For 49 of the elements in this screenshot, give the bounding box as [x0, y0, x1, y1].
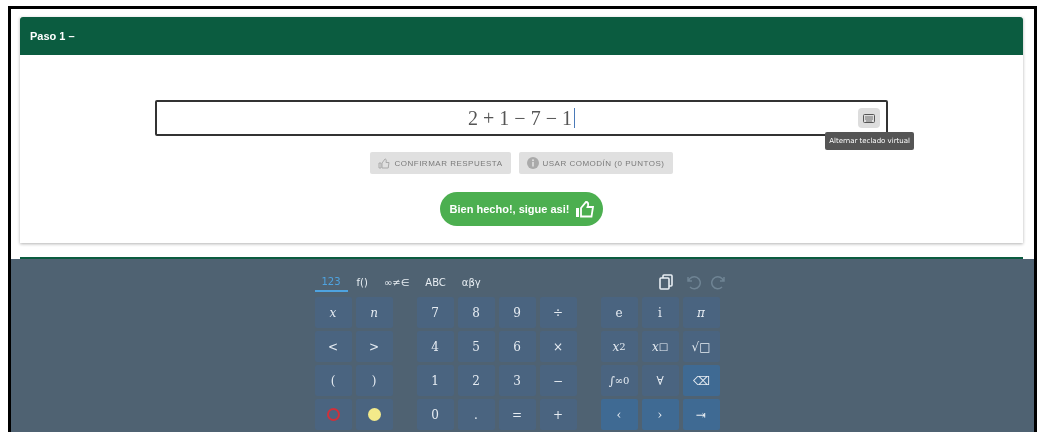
keyboard-key[interactable]: 3	[498, 365, 536, 396]
keyboard-key[interactable]: >	[355, 331, 393, 362]
keyboard-key[interactable]: ×	[539, 331, 577, 362]
keyboard-key[interactable]: +	[539, 399, 577, 430]
keyboard-tab[interactable]: ABC	[418, 272, 453, 292]
keyboard-key[interactable]: 7	[416, 297, 454, 328]
keyboard-key[interactable]: 1	[416, 365, 454, 396]
keyboard-key[interactable]: x	[314, 297, 352, 328]
keyboard-key[interactable]: <	[314, 331, 352, 362]
copy-button[interactable]	[658, 274, 675, 290]
keyboard-key[interactable]: π	[682, 297, 720, 328]
keyboard-key[interactable]: ÷	[539, 297, 577, 328]
keyboard-key[interactable]: √□	[682, 331, 720, 362]
keyboard-key[interactable]: 6	[498, 331, 536, 362]
keyboard-key[interactable]: 5	[457, 331, 495, 362]
color-key[interactable]	[314, 399, 352, 430]
keyboard-key[interactable]: n	[355, 297, 393, 328]
undo-icon	[684, 274, 701, 290]
keyboard-key[interactable]: 9	[498, 297, 536, 328]
step-title: Paso 1 –	[30, 30, 75, 42]
keyboard-key[interactable]: e	[600, 297, 638, 328]
keyboard-key[interactable]: 4	[416, 331, 454, 362]
keyboard-key[interactable]: i	[641, 297, 679, 328]
keyboard-key[interactable]: 2	[457, 365, 495, 396]
keyboard-key[interactable]: (	[314, 365, 352, 396]
keyboard-tab[interactable]: f()	[349, 272, 375, 292]
copy-icon	[658, 274, 673, 290]
thumbs-up-icon	[575, 200, 596, 218]
keyboard-key[interactable]: ›	[641, 399, 679, 430]
keyboard-icon	[863, 113, 875, 123]
keyboard-tab[interactable]: αβγ	[454, 272, 488, 292]
keyboard-key[interactable]: .	[457, 399, 495, 430]
feedback-text: Bien hecho!, sigue asi!	[449, 203, 570, 215]
keyboard-key[interactable]: −	[539, 365, 577, 396]
keyboard-key[interactable]: ∀	[641, 365, 679, 396]
keyboard-key[interactable]: ⇥	[682, 399, 720, 430]
math-expression: 2 + 1 − 7 − 1	[468, 106, 575, 130]
keyboard-key[interactable]: 8	[457, 297, 495, 328]
keyboard-key[interactable]: 0	[416, 399, 454, 430]
keyboard-tab[interactable]: ∞≠∈	[376, 272, 417, 292]
thumbs-up-icon	[378, 157, 391, 169]
keyboard-key[interactable]: ⌫	[682, 365, 720, 396]
keyboard-toggle-button[interactable]	[858, 108, 880, 128]
info-icon	[526, 157, 539, 169]
keyboard-key[interactable]: )	[355, 365, 393, 396]
color-key[interactable]	[355, 399, 393, 430]
redo-icon	[710, 274, 727, 290]
keyboard-key[interactable]: ‹	[600, 399, 638, 430]
keyboard-key[interactable]: =	[498, 399, 536, 430]
